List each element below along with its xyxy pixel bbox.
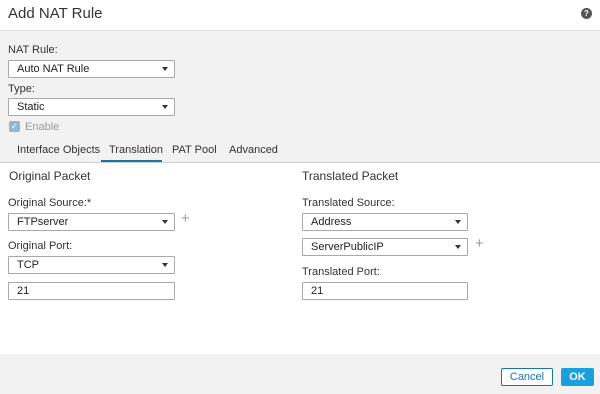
translated-source-label: Translated Source: [302, 197, 395, 209]
translated-port-input[interactable]: 21 [302, 282, 468, 300]
tab-translation[interactable]: Translation [109, 144, 163, 156]
original-port-label: Original Port: [8, 240, 73, 252]
type-label: Type: [8, 83, 35, 95]
original-source-value: FTPserver [17, 216, 69, 228]
translated-port-value: 21 [311, 285, 324, 297]
dialog-header: Add NAT Rule ? [0, 0, 600, 31]
type-value: Static [17, 101, 45, 113]
chevron-down-icon [162, 105, 168, 109]
enable-checkbox[interactable]: ✓ [9, 121, 20, 132]
original-port-value: 21 [17, 285, 30, 297]
original-port-protocol-value: TCP [17, 259, 39, 271]
nat-rule-value: Auto NAT Rule [17, 63, 90, 75]
add-original-source-icon[interactable]: + [181, 211, 190, 226]
translated-packet-title: Translated Packet [302, 169, 399, 183]
original-port-protocol-select[interactable]: TCP [8, 256, 175, 274]
tab-interface-objects[interactable]: Interface Objects [17, 144, 100, 156]
translated-source-type-value: Address [311, 216, 352, 228]
tab-advanced[interactable]: Advanced [229, 144, 278, 156]
rule-config-panel: NAT Rule: Auto NAT Rule Type: Static ✓ E… [0, 31, 600, 163]
dialog-footer: Cancel OK [0, 354, 600, 394]
ok-button[interactable]: OK [561, 368, 594, 386]
chevron-down-icon [455, 245, 461, 249]
enable-label: Enable [25, 121, 60, 133]
rule-tabs: Interface Objects Translation PAT Pool A… [0, 141, 600, 163]
chevron-down-icon [455, 220, 461, 224]
original-source-select[interactable]: FTPserver [8, 213, 175, 231]
add-translated-source-icon[interactable]: + [475, 236, 484, 251]
nat-rule-select[interactable]: Auto NAT Rule [8, 60, 175, 78]
cancel-button[interactable]: Cancel [501, 368, 553, 386]
add-nat-rule-dialog: Add NAT Rule ? NAT Rule: Auto NAT Rule T… [0, 0, 600, 394]
tabs-divider [0, 162, 600, 163]
nat-rule-label: NAT Rule: [8, 44, 58, 56]
chevron-down-icon [162, 67, 168, 71]
tab-pat-pool[interactable]: PAT Pool [172, 144, 217, 156]
original-packet-title: Original Packet [9, 169, 91, 183]
original-port-input[interactable]: 21 [8, 282, 175, 300]
help-icon[interactable]: ? [581, 8, 592, 19]
translated-port-label: Translated Port: [302, 266, 380, 278]
type-select[interactable]: Static [8, 98, 175, 116]
chevron-down-icon [162, 220, 168, 224]
dialog-title: Add NAT Rule [8, 5, 103, 22]
original-source-label: Original Source:* [8, 197, 92, 209]
translated-source-object-value: ServerPublicIP [311, 241, 384, 253]
translated-source-type-select[interactable]: Address [302, 213, 468, 231]
chevron-down-icon [162, 263, 168, 267]
translated-source-object-select[interactable]: ServerPublicIP [302, 238, 468, 256]
